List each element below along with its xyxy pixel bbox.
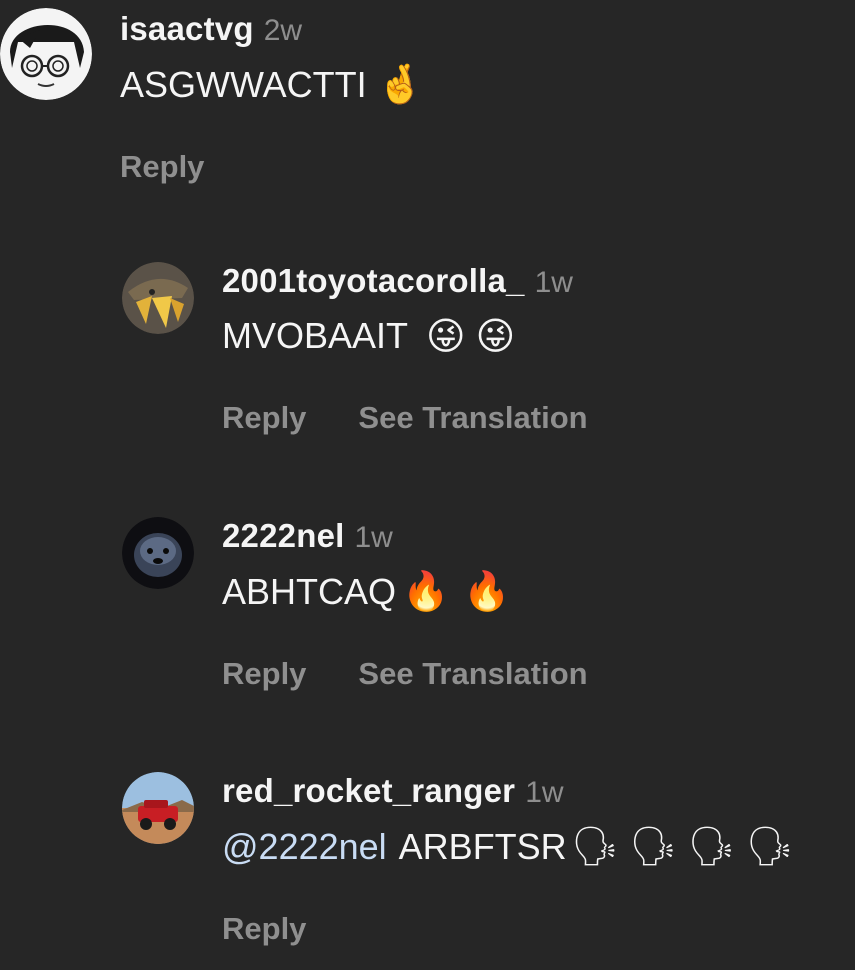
- comment-body: ABHTCAQ: [222, 570, 397, 612]
- avatar[interactable]: [122, 772, 194, 844]
- comment-content: 2001toyotacorolla_ 1w MVOBAAIT 😜 😜 Reply…: [222, 262, 588, 436]
- username[interactable]: 2001toyotacorolla_: [222, 262, 525, 300]
- reply-comment: 2222nel 1w ABHTCAQ 🔥 🔥 Reply See Transla…: [122, 517, 588, 692]
- fire-emoji-icon: 🔥: [463, 569, 511, 613]
- see-translation-button[interactable]: See Translation: [358, 400, 587, 436]
- comment-body: ARBFTSR: [398, 825, 567, 867]
- comment-meta: red_rocket_ranger 1w: [222, 772, 794, 810]
- username[interactable]: red_rocket_ranger: [222, 772, 515, 810]
- comment-body: MVOBAAIT: [222, 315, 409, 356]
- winking-tongue-emoji-icon: 😜: [475, 314, 516, 358]
- speaking-head-emoji-icon: 🗣: [745, 824, 794, 868]
- speaking-head-emoji-icon: 🗣: [687, 824, 736, 868]
- timestamp: 1w: [525, 776, 564, 809]
- comment-text: @2222nel ARBFTSR 🗣 🗣 🗣 🗣: [222, 824, 794, 869]
- crossed-fingers-emoji-icon: 🤞: [376, 62, 424, 106]
- mention-link[interactable]: @2222nel: [222, 826, 387, 868]
- comment-body: ASGWWACTTI: [120, 63, 367, 105]
- comment-actions: Reply See Translation: [222, 400, 588, 436]
- timestamp: 2w: [263, 14, 303, 47]
- comment-actions: Reply: [120, 149, 424, 185]
- username[interactable]: isaactvg: [120, 10, 254, 48]
- reply-button[interactable]: Reply: [222, 400, 306, 436]
- reply-button[interactable]: Reply: [120, 149, 204, 185]
- avatar[interactable]: [122, 262, 194, 334]
- see-translation-button[interactable]: See Translation: [358, 656, 587, 692]
- comment-text: ABHTCAQ 🔥 🔥: [222, 569, 588, 614]
- fire-emoji-icon: 🔥: [402, 569, 450, 613]
- reply-comment: red_rocket_ranger 1w @2222nel ARBFTSR 🗣 …: [122, 772, 794, 947]
- comment-content: 2222nel 1w ABHTCAQ 🔥 🔥 Reply See Transla…: [222, 517, 588, 692]
- timestamp: 1w: [534, 266, 573, 299]
- speaking-head-emoji-icon: 🗣: [570, 824, 619, 868]
- comment-actions: Reply: [222, 911, 794, 947]
- timestamp: 1w: [354, 521, 393, 554]
- winking-tongue-emoji-icon: 😜: [426, 314, 466, 358]
- reply-button[interactable]: Reply: [222, 656, 306, 692]
- reply-button[interactable]: Reply: [222, 911, 306, 947]
- comment-text: ASGWWACTTI 🤞: [120, 62, 424, 107]
- username[interactable]: 2222nel: [222, 517, 345, 555]
- avatar[interactable]: [0, 8, 92, 100]
- comment-actions: Reply See Translation: [222, 656, 588, 692]
- comment-text: MVOBAAIT 😜 😜: [222, 314, 588, 358]
- avatar[interactable]: [122, 517, 194, 589]
- speaking-head-emoji-icon: 🗣: [628, 824, 678, 868]
- comment-content: red_rocket_ranger 1w @2222nel ARBFTSR 🗣 …: [222, 772, 794, 947]
- reply-comment: 2001toyotacorolla_ 1w MVOBAAIT 😜 😜 Reply…: [122, 262, 588, 436]
- comment: isaactvg 2w ASGWWACTTI 🤞 Reply: [0, 8, 424, 185]
- comment-meta: 2001toyotacorolla_ 1w: [222, 262, 588, 300]
- comment-meta: isaactvg 2w: [120, 10, 424, 48]
- comment-meta: 2222nel 1w: [222, 517, 588, 555]
- comment-content: isaactvg 2w ASGWWACTTI 🤞 Reply: [120, 10, 424, 185]
